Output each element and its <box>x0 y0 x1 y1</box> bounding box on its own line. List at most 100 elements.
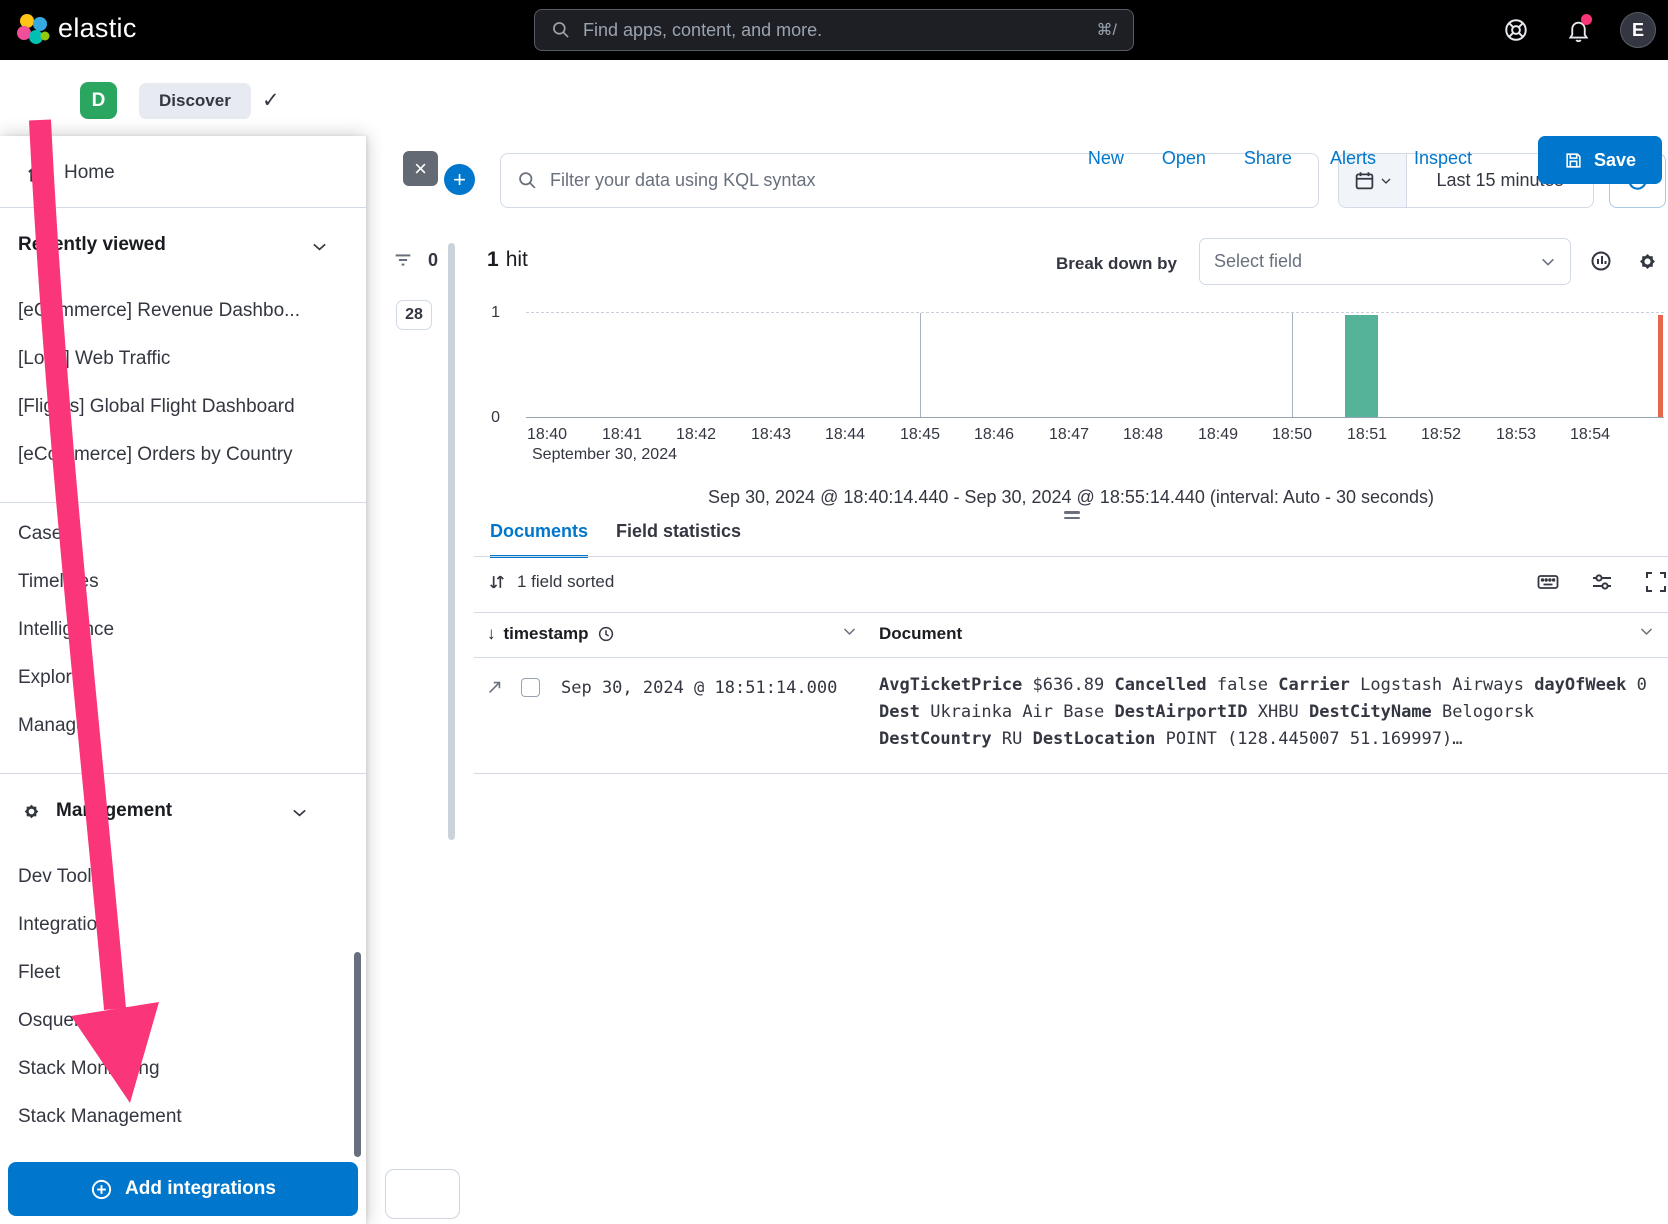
x-tick: 18:48 <box>1123 426 1163 444</box>
recent-item[interactable]: [Flights] Global Flight Dashboard <box>0 384 366 432</box>
help-button[interactable] <box>1500 14 1532 46</box>
add-integrations-label: Add integrations <box>125 1178 276 1200</box>
action-new[interactable]: New <box>1088 148 1124 169</box>
chart-options-button[interactable] <box>1588 248 1614 274</box>
home-icon <box>26 161 49 184</box>
hits-label: hit <box>506 248 528 271</box>
x-tick: 18:49 <box>1198 426 1238 444</box>
chevron-down-icon <box>1639 624 1654 639</box>
sidebar-item-manage[interactable]: Manage <box>0 703 366 751</box>
breakdown-placeholder: Select field <box>1214 251 1540 272</box>
fields-panel-scrollbar[interactable] <box>448 243 455 840</box>
x-tick: 18:44 <box>825 426 865 444</box>
kql-placeholder: Filter your data using KQL syntax <box>550 170 815 191</box>
column-timestamp[interactable]: ↓ timestamp <box>487 624 615 644</box>
expand-document-button[interactable] <box>486 679 503 696</box>
chart-settings-button[interactable] <box>1634 248 1660 274</box>
chart-resize-handle[interactable] <box>1064 511 1080 522</box>
management-list: Dev Tools Integrations Fleet Osquery Sta… <box>0 854 366 1142</box>
sorted-fields-button[interactable]: 1 field sorted <box>487 572 614 592</box>
breakdown-select[interactable]: Select field <box>1199 238 1571 285</box>
notification-badge <box>1581 14 1592 25</box>
recently-viewed-list: [eCommerce] Revenue Dashbo... [Logs] Web… <box>0 288 366 480</box>
toolbar-actions: New Open Share Alerts Inspect <box>1088 148 1472 169</box>
gear-icon <box>1636 250 1659 273</box>
sort-fields-icon <box>487 572 507 592</box>
action-share[interactable]: Share <box>1244 148 1292 169</box>
x-tick: 18:51 <box>1347 426 1387 444</box>
global-search-input[interactable]: Find apps, content, and more. ⌘/ <box>534 9 1134 51</box>
calendar-icon <box>1354 170 1375 191</box>
sidebar-item-fleet[interactable]: Fleet <box>0 950 366 998</box>
breadcrumb[interactable]: Discover <box>139 83 251 119</box>
user-avatar[interactable]: E <box>1620 12 1656 48</box>
x-tick: 18:45 <box>900 426 940 444</box>
management-header[interactable]: Management <box>0 774 366 830</box>
histogram-plot <box>526 312 1664 418</box>
sidebar-item-stack-management[interactable]: Stack Management <box>0 1094 366 1142</box>
close-button[interactable]: × <box>403 151 438 186</box>
screen: elastic Find apps, content, and more. ⌘/… <box>0 0 1668 1224</box>
sidebar-item-timelines[interactable]: Timelines <box>0 559 366 607</box>
cell-timestamp: Sep 30, 2024 @ 18:51:14.000 <box>561 678 837 698</box>
elastic-logo-icon[interactable] <box>16 13 50 47</box>
tab-documents[interactable]: Documents <box>490 521 588 558</box>
x-tick: 18:53 <box>1496 426 1536 444</box>
fields-panel-partial-input[interactable] <box>385 1169 460 1219</box>
action-alerts[interactable]: Alerts <box>1330 148 1376 169</box>
action-open[interactable]: Open <box>1162 148 1206 169</box>
recent-item[interactable]: [eCommerce] Orders by Country <box>0 432 366 480</box>
nav-scrollbar[interactable] <box>354 952 361 1157</box>
y-axis-tick-1: 1 <box>470 304 500 322</box>
sidebar-home-label: Home <box>64 162 115 184</box>
x-tick: 18:42 <box>676 426 716 444</box>
sidebar-item-dev-tools[interactable]: Dev Tools <box>0 854 366 902</box>
keyboard-shortcuts-button[interactable] <box>1536 570 1560 594</box>
column-document[interactable]: Document <box>879 624 962 644</box>
chevron-down-icon <box>842 624 857 639</box>
chart-caption: Sep 30, 2024 @ 18:40:14.440 - Sep 30, 20… <box>474 487 1668 508</box>
sidebar-item-integrations[interactable]: Integrations <box>0 902 366 950</box>
fullscreen-icon <box>1644 570 1668 594</box>
save-label: Save <box>1594 150 1636 171</box>
field-filter-icon[interactable] <box>392 249 414 271</box>
result-tabs: Documents Field statistics <box>490 521 741 558</box>
brand-wordmark: elastic <box>58 13 137 44</box>
display-options-button[interactable] <box>1590 570 1614 594</box>
nav-flyout: Home Recently viewed [eCommerce] Revenue… <box>0 136 366 1224</box>
column-timestamp-menu[interactable] <box>842 624 857 639</box>
notifications-button[interactable] <box>1562 14 1594 46</box>
sidebar-item-cases[interactable]: Cases <box>0 511 366 559</box>
add-integrations-button[interactable]: Add integrations <box>8 1162 358 1216</box>
fullscreen-button[interactable] <box>1644 570 1668 594</box>
hits-number: 1 <box>487 248 499 271</box>
gridline <box>1292 313 1293 417</box>
sidebar-item-osquery[interactable]: Osquery <box>0 998 366 1046</box>
row-checkbox[interactable] <box>521 678 540 697</box>
column-document-menu[interactable] <box>1639 624 1654 639</box>
x-tick: 18:47 <box>1049 426 1089 444</box>
search-icon <box>517 170 538 191</box>
action-inspect[interactable]: Inspect <box>1414 148 1472 169</box>
add-field-button[interactable]: + <box>444 164 475 195</box>
gridline <box>920 313 921 417</box>
chevron-down-icon <box>291 804 308 821</box>
x-tick: 18:40 <box>527 426 567 444</box>
recent-item[interactable]: [eCommerce] Revenue Dashbo... <box>0 288 366 336</box>
column-document-label: Document <box>879 624 962 644</box>
recently-viewed-header[interactable]: Recently viewed <box>0 208 366 264</box>
sidebar-item-stack-monitoring[interactable]: Stack Monitoring <box>0 1046 366 1094</box>
sidebar-item-intelligence[interactable]: Intelligence <box>0 607 366 655</box>
save-button[interactable]: Save <box>1538 136 1662 184</box>
tab-field-statistics[interactable]: Field statistics <box>616 521 741 558</box>
sidebar-item-explore[interactable]: Explore <box>0 655 366 703</box>
x-tick: 18:54 <box>1570 426 1610 444</box>
recent-item[interactable]: [Logs] Web Traffic <box>0 336 366 384</box>
tabs-divider <box>474 556 1668 557</box>
sidebar-item-home[interactable]: Home <box>0 136 366 207</box>
histogram-bar[interactable] <box>1345 315 1378 417</box>
search-shortcut-badge: ⌘/ <box>1097 20 1117 40</box>
plus-circle-icon <box>90 1178 113 1201</box>
global-search-placeholder: Find apps, content, and more. <box>583 20 1085 41</box>
space-badge[interactable]: D <box>80 82 117 119</box>
